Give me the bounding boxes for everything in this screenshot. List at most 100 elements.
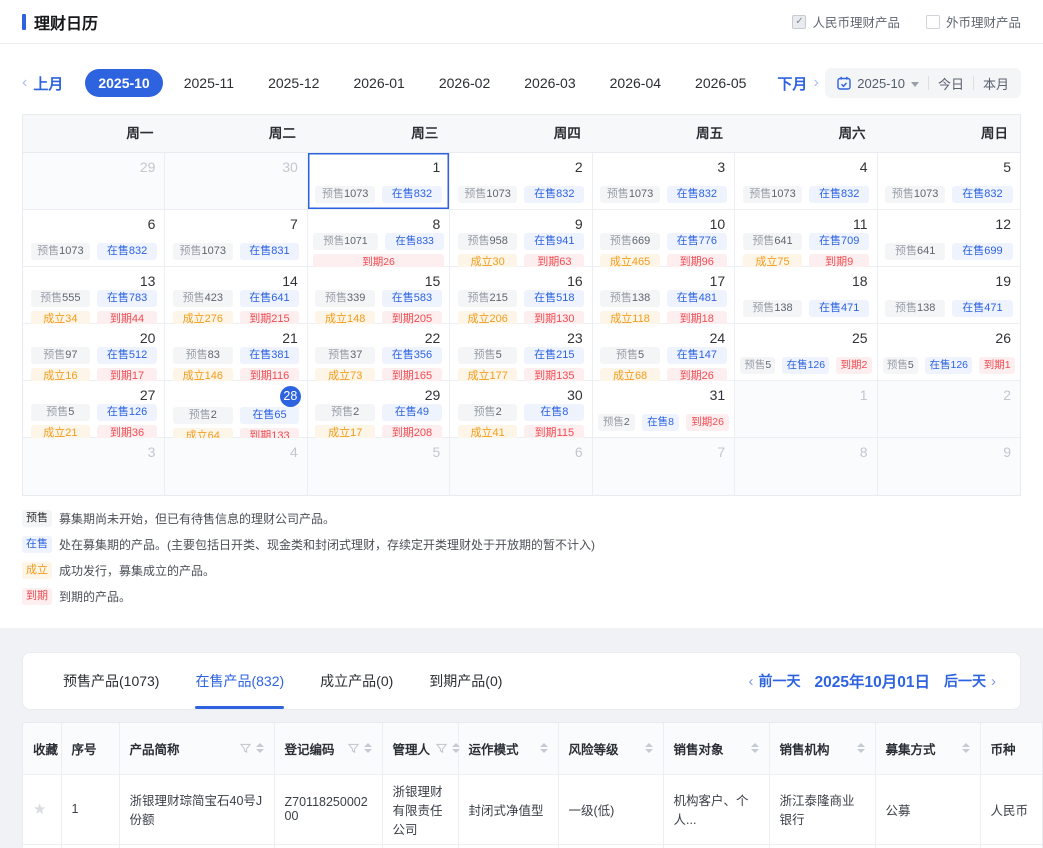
column-header-运作模式[interactable]: 运作模式 (458, 723, 558, 774)
filter-icon[interactable] (436, 743, 447, 754)
calendar-cell-15[interactable]: 15预售339在售583成立148到期205 (308, 267, 450, 324)
calendar-cell-24[interactable]: 24预售5在售147成立68到期26 (593, 324, 735, 381)
matured-badge-label: 到期 (984, 359, 1005, 371)
calendar-cell-14[interactable]: 14预售423在售641成立276到期215 (165, 267, 307, 324)
calendar-cell-2[interactable]: 2预售1073在售832 (450, 153, 592, 210)
column-header-风险等级[interactable]: 风险等级 (558, 723, 663, 774)
column-header-募集方式[interactable]: 募集方式 (875, 723, 980, 774)
calendar-cell-8[interactable]: 8预售1071在售833到期26 (308, 210, 450, 267)
favorite-star-icon[interactable]: ★ (33, 801, 46, 818)
checkbox-unchecked-icon[interactable] (926, 15, 940, 29)
presale-badge: 预售5 (458, 347, 518, 364)
calendar-cell-10[interactable]: 10预售669在售776成立465到期96 (593, 210, 735, 267)
calendar-cell-29[interactable]: 29 (23, 153, 165, 210)
calendar-cell-22[interactable]: 22预售37在售356成立73到期165 (308, 324, 450, 381)
calendar-cell-31[interactable]: 31预售2在售8到期26 (593, 381, 735, 438)
calendar-cell-16[interactable]: 16预售215在售518成立206到期130 (450, 267, 592, 324)
month-tab-2026-04[interactable]: 2026-04 (597, 69, 674, 97)
calendar-cell-23[interactable]: 23预售5在售215成立177到期135 (450, 324, 592, 381)
sort-icon[interactable] (645, 743, 653, 753)
calendar-day-number: 18 (735, 267, 876, 290)
month-tab-2025-10[interactable]: 2025-10 (85, 69, 162, 97)
calendar-cell-1[interactable]: 1预售1073在售832 (308, 153, 450, 210)
prev-month-button[interactable]: ‹ 上月 (22, 73, 63, 94)
calendar-cell-19[interactable]: 19预售138在售471 (878, 267, 1020, 324)
month-tab-2026-03[interactable]: 2026-03 (511, 69, 588, 97)
calendar-cell-7[interactable]: 7 (593, 438, 735, 495)
month-tab-2026-05[interactable]: 2026-05 (682, 69, 759, 97)
current-month-button[interactable]: 本月 (983, 74, 1009, 93)
month-tab-2026-02[interactable]: 2026-02 (426, 69, 503, 97)
checkbox-checked-icon[interactable]: ✓ (792, 15, 806, 29)
current-date: 2025年10月01日 (815, 670, 930, 692)
calendar-cell-18[interactable]: 18预售138在售471 (735, 267, 877, 324)
column-header-管理人[interactable]: 管理人 (382, 723, 458, 774)
table-row[interactable]: ★2浙银理财琮简宝石40号Z7011825000200浙银理财有限责任公司封闭式… (23, 844, 1043, 848)
calendar-cell-21[interactable]: 21预售83在售381成立146到期116 (165, 324, 307, 381)
calendar-cell-6[interactable]: 6 (450, 438, 592, 495)
calendar-cell-2[interactable]: 2 (878, 381, 1020, 438)
sort-icon[interactable] (452, 743, 460, 753)
sort-icon[interactable] (857, 743, 865, 753)
next-month-button[interactable]: 下月 › (777, 73, 818, 94)
calendar-cell-1[interactable]: 1 (735, 381, 877, 438)
calendar-cell-5[interactable]: 5预售1073在售832 (878, 153, 1020, 210)
month-tab-2026-01[interactable]: 2026-01 (340, 69, 417, 97)
calendar-cell-28[interactable]: 28预售2在售65成立64到期133 (165, 381, 307, 438)
calendar-cell-11[interactable]: 11预售641在售709成立75到期9 (735, 210, 877, 267)
calendar-cell-27[interactable]: 27预售5在售126成立21到期36 (23, 381, 165, 438)
product-tab-2[interactable]: 成立产品(0) (320, 653, 393, 709)
day-number-text: 7 (290, 216, 298, 232)
sort-icon[interactable] (540, 743, 548, 753)
month-picker-dropdown[interactable]: 2025-10 (837, 76, 919, 91)
calendar-cell-9[interactable]: 9 (878, 438, 1020, 495)
column-header-销售机构[interactable]: 销售机构 (769, 723, 875, 774)
product-tab-0[interactable]: 预售产品(1073) (63, 653, 159, 709)
legend-text: 募集期尚未开始，但已有待售信息的理财公司产品。 (59, 510, 335, 527)
calendar-cell-4[interactable]: 4 (165, 438, 307, 495)
column-header-登记编码[interactable]: 登记编码 (274, 723, 382, 774)
presale-badge-label: 预售 (467, 292, 489, 304)
prev-day-button[interactable]: ‹ 前一天 (749, 671, 801, 691)
sort-icon[interactable] (256, 743, 264, 753)
onsale-badge: 在售776 (667, 233, 727, 250)
table-row[interactable]: ★1浙银理财琮简宝石40号J份额Z7011825000200浙银理财有限责任公司… (23, 774, 1043, 844)
filter-icon[interactable] (240, 743, 251, 754)
calendar-cell-26[interactable]: 26预售5在售126到期1 (878, 324, 1020, 381)
calendar-cell-3[interactable]: 3 (23, 438, 165, 495)
rmb-products-checkbox[interactable]: ✓ 人民币理财产品 (792, 12, 900, 31)
onsale-badge-label: 在售 (647, 416, 668, 428)
calendar-cell-9[interactable]: 9预售958在售941成立30到期63 (450, 210, 592, 267)
month-tab-2025-11[interactable]: 2025-11 (171, 69, 247, 97)
calendar-cell-6[interactable]: 6预售1073在售832 (23, 210, 165, 267)
presale-legend-badge: 预售 (22, 510, 52, 527)
calendar-cell-12[interactable]: 12预售641在售699 (878, 210, 1020, 267)
column-header-产品简称[interactable]: 产品简称 (119, 723, 274, 774)
filter-icon[interactable] (348, 743, 359, 754)
month-tab-2025-12[interactable]: 2025-12 (255, 69, 332, 97)
calendar-cell-25[interactable]: 25预售5在售126到期2 (735, 324, 877, 381)
calendar-cell-29[interactable]: 29预售2在售49成立17到期208 (308, 381, 450, 438)
calendar-cell-30[interactable]: 30 (165, 153, 307, 210)
calendar-cell-30[interactable]: 30预售2在售8成立41到期115 (450, 381, 592, 438)
calendar-cell-8[interactable]: 8 (735, 438, 877, 495)
product-tab-1[interactable]: 在售产品(832) (195, 653, 284, 709)
foreign-currency-products-checkbox[interactable]: 外币理财产品 (926, 12, 1021, 31)
calendar-cell-20[interactable]: 20预售97在售512成立16到期17 (23, 324, 165, 381)
calendar-cell-4[interactable]: 4预售1073在售832 (735, 153, 877, 210)
column-header-label: 募集方式 (886, 739, 936, 758)
calendar-cell-7[interactable]: 7预售1073在售831 (165, 210, 307, 267)
sort-icon[interactable] (364, 743, 372, 753)
calendar-cell-3[interactable]: 3预售1073在售832 (593, 153, 735, 210)
calendar-cell-17[interactable]: 17预售138在售481成立118到期18 (593, 267, 735, 324)
calendar-cell-5[interactable]: 5 (308, 438, 450, 495)
column-header-销售对象[interactable]: 销售对象 (663, 723, 769, 774)
today-button[interactable]: 今日 (938, 74, 964, 93)
page-title: 理财日历 (34, 10, 98, 34)
presale-badge: 预售5 (31, 404, 91, 421)
calendar-cell-13[interactable]: 13预售555在售783成立34到期44 (23, 267, 165, 324)
sort-icon[interactable] (751, 743, 759, 753)
product-tab-3[interactable]: 到期产品(0) (429, 653, 502, 709)
sort-icon[interactable] (962, 743, 970, 753)
next-day-button[interactable]: 后一天 › (944, 671, 996, 691)
